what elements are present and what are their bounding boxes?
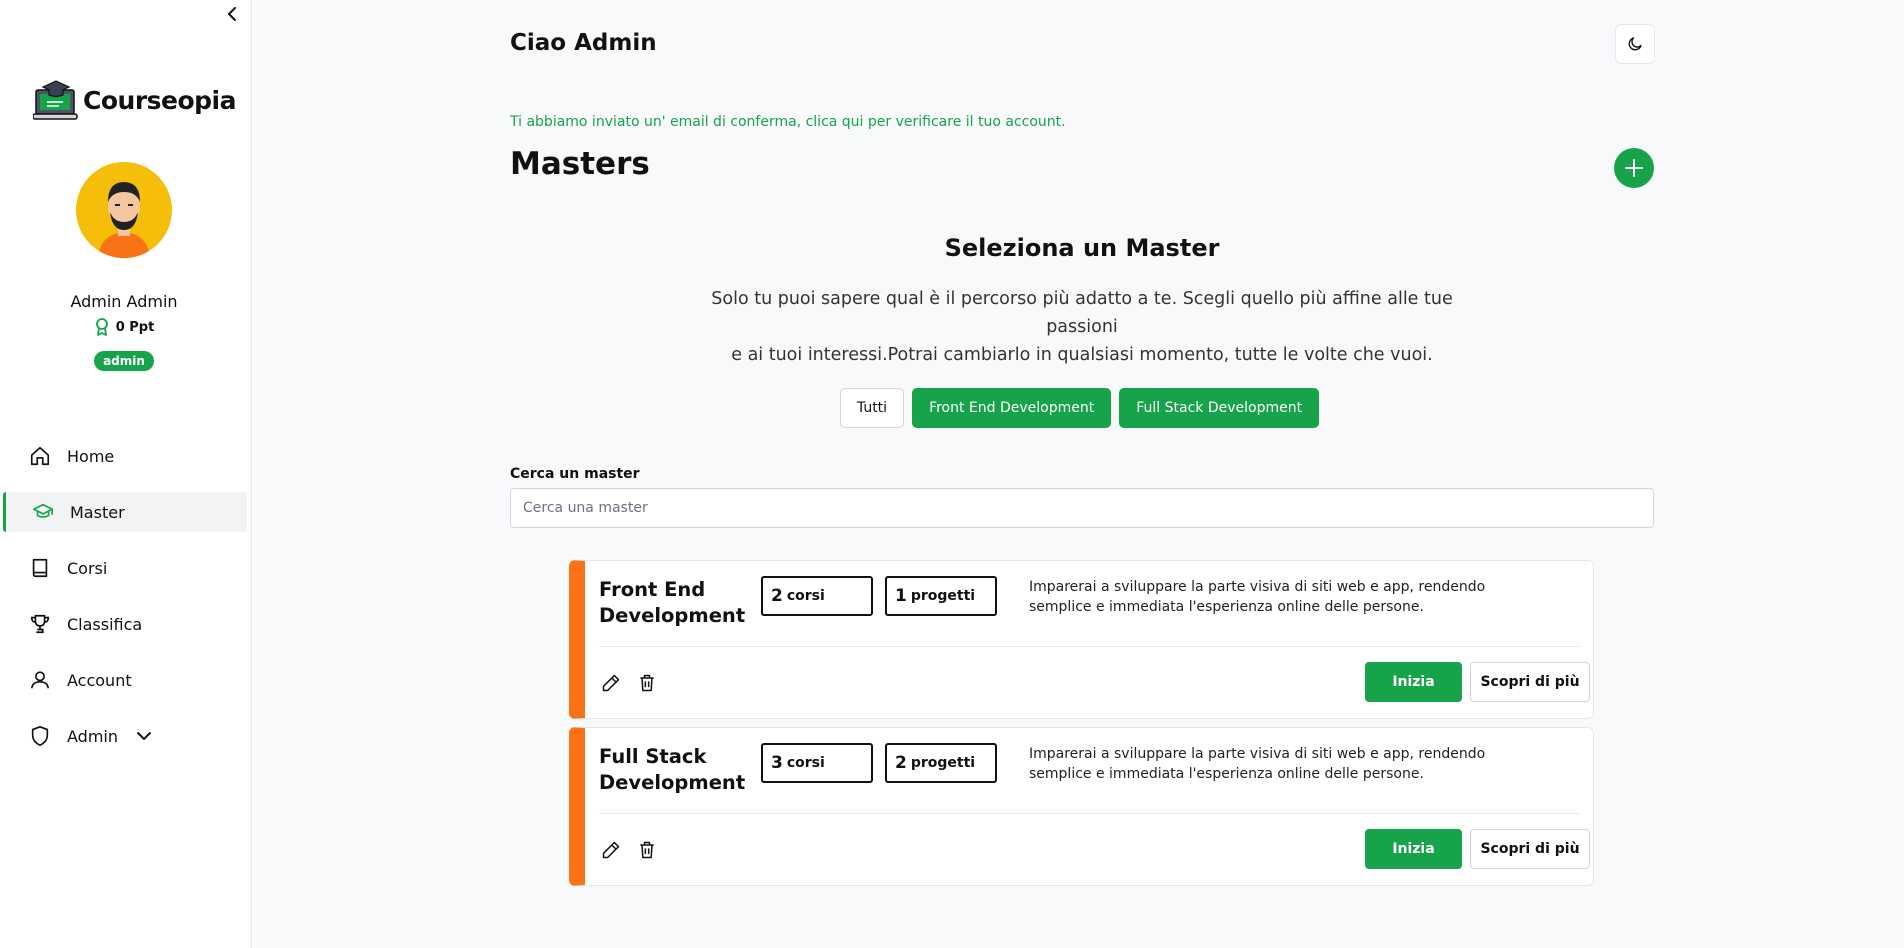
search-label: Cerca un master	[510, 466, 640, 482]
projects-label: progetti	[910, 588, 976, 604]
chevron-down-icon[interactable]	[136, 731, 152, 741]
book-icon	[28, 556, 52, 580]
sidebar-item-classifica[interactable]: Classifica	[0, 604, 252, 644]
section-title: Seleziona un Master	[944, 234, 1220, 262]
points-value: 0 Ppt	[115, 319, 155, 335]
sidebar-item-label: Corsi	[67, 558, 108, 578]
edit-icon[interactable]	[599, 838, 623, 862]
projects-label: progetti	[910, 755, 976, 771]
master-description: Imparerai a sviluppare la parte visiva d…	[1029, 579, 1486, 615]
greeting: Ciao Admin	[510, 30, 657, 56]
theme-toggle-button[interactable]	[1615, 24, 1655, 64]
courses-label: corsi	[786, 588, 825, 604]
section-description: Solo tu puoi sapere qual è il percorso p…	[690, 285, 1474, 369]
section-description-line: Solo tu puoi sapere qual è il percorso p…	[711, 289, 1453, 337]
projects-count-box: 1 progetti	[885, 576, 997, 616]
sidebar-item-label: Account	[67, 670, 132, 690]
sidebar-item-account[interactable]: Account	[0, 660, 252, 700]
app-name: Courseopia	[83, 85, 237, 115]
avatar	[76, 162, 172, 258]
role-badge: admin	[94, 351, 154, 371]
sidebar: Courseopia Admin Admin 0 Ppt admin Home …	[0, 0, 252, 948]
learn-more-button[interactable]: Scopri di più	[1470, 829, 1590, 869]
courses-count-box: 3 corsi	[761, 743, 873, 783]
projects-count: 1	[895, 586, 907, 606]
card-divider	[599, 646, 1579, 647]
home-icon	[28, 444, 52, 468]
sidebar-item-label: Master	[70, 502, 125, 522]
card-divider	[599, 813, 1579, 814]
sidebar-nav: Home Master Corsi Classifica Account Adm…	[0, 436, 252, 772]
logo-laptop-cap-icon	[33, 80, 78, 120]
user-points: 0 Ppt	[0, 318, 248, 336]
trophy-icon	[28, 612, 52, 636]
courses-count: 2	[771, 586, 783, 606]
trash-icon[interactable]	[635, 838, 659, 862]
trash-icon[interactable]	[635, 671, 659, 695]
moon-icon	[1628, 37, 1642, 51]
app-logo[interactable]: Courseopia	[33, 78, 237, 122]
learn-more-button[interactable]: Scopri di più	[1470, 662, 1590, 702]
filter-front-end-button[interactable]: Front End Development	[912, 388, 1112, 428]
sidebar-item-admin[interactable]: Admin	[0, 716, 252, 756]
sidebar-item-label: Classifica	[67, 614, 143, 634]
collapse-sidebar-button[interactable]	[222, 4, 242, 24]
filter-full-stack-button[interactable]: Full Stack Development	[1119, 388, 1320, 428]
start-button[interactable]: Inizia	[1365, 662, 1462, 702]
courses-count: 3	[771, 753, 783, 773]
courses-label: corsi	[786, 755, 825, 771]
master-title: Front End Development	[599, 578, 746, 627]
award-icon	[95, 318, 108, 336]
edit-icon[interactable]	[599, 671, 623, 695]
email-confirmation-link[interactable]: Ti abbiamo inviato un' email di conferma…	[510, 114, 1066, 130]
sidebar-item-label: Admin	[67, 726, 118, 746]
page-title: Masters	[510, 146, 650, 182]
master-card: Front End Development 2 corsi 1 progetti…	[569, 560, 1594, 719]
start-button[interactable]: Inizia	[1365, 829, 1462, 869]
graduation-cap-icon	[31, 500, 55, 524]
master-card: Full Stack Development 3 corsi 2 progett…	[569, 727, 1594, 886]
projects-count: 2	[895, 753, 907, 773]
master-description: Imparerai a sviluppare la parte visiva d…	[1029, 746, 1486, 782]
courses-count-box: 2 corsi	[761, 576, 873, 616]
filter-bar: Tutti Front End Development Full Stack D…	[0, 388, 1904, 428]
shield-icon	[28, 724, 52, 748]
sidebar-item-home[interactable]: Home	[0, 436, 252, 476]
filter-all-button[interactable]: Tutti	[839, 388, 905, 428]
master-title: Full Stack Development	[599, 745, 746, 794]
sidebar-item-master[interactable]: Master	[3, 492, 247, 532]
sidebar-item-label: Home	[67, 446, 115, 466]
sidebar-item-corsi[interactable]: Corsi	[0, 548, 252, 588]
user-name: Admin Admin	[70, 292, 178, 311]
projects-count-box: 2 progetti	[885, 743, 997, 783]
user-icon	[28, 668, 52, 692]
search-input[interactable]	[510, 488, 1654, 528]
section-description-line: e ai tuoi interessi.Potrai cambiarlo in …	[731, 345, 1433, 365]
chevron-left-icon	[228, 7, 236, 21]
plus-icon	[1625, 159, 1643, 177]
add-master-button[interactable]	[1614, 148, 1654, 188]
